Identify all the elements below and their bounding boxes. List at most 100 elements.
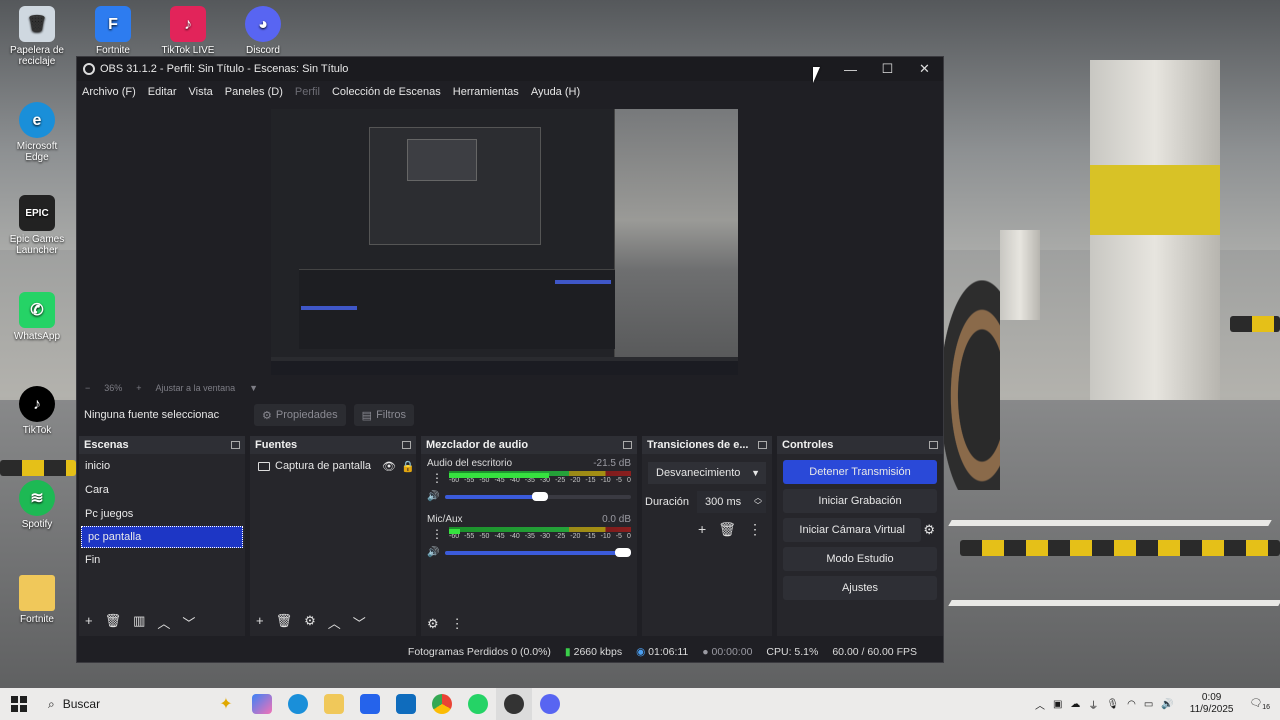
undock-icon[interactable] <box>623 441 632 449</box>
desktop-icon-fortnite[interactable]: F Fortnite <box>80 6 146 56</box>
trash-icon[interactable]: 🗑 <box>276 613 293 632</box>
menu-archivo[interactable]: Archivo (F) <box>82 86 136 98</box>
tray-app-icon[interactable]: ▣ <box>1053 699 1062 710</box>
volume-knob[interactable] <box>615 547 631 557</box>
zoom-out-button[interactable]: − <box>85 383 90 393</box>
volume-knob[interactable] <box>531 491 548 501</box>
taskbar-app-store[interactable] <box>352 688 388 720</box>
add-icon[interactable]: + <box>85 613 93 632</box>
undock-icon[interactable] <box>929 441 938 449</box>
microphone-icon[interactable]: 🎙 <box>1106 699 1119 710</box>
menu-coleccion-escenas[interactable]: Colección de Escenas <box>332 86 441 98</box>
desktop-icon-tiktok-live[interactable]: ♪ TikTok LIVE <box>155 6 221 56</box>
duration-input[interactable]: 300 ms ︿ ﹀ <box>697 491 766 513</box>
network-icon[interactable]: ▭ <box>1144 699 1153 710</box>
taskbar-app-discord[interactable] <box>532 688 568 720</box>
start-recording-button[interactable]: Iniciar Grabación <box>783 489 937 513</box>
transition-select[interactable]: Desvanecimiento ▼ <box>648 462 766 484</box>
kebab-menu-icon[interactable]: ⋮ <box>748 521 762 538</box>
notifications-icon[interactable]: 🗨16 <box>1250 698 1271 711</box>
taskbar-app-copilot[interactable] <box>244 688 280 720</box>
zoom-dropdown-icon[interactable]: ▼ <box>249 383 258 393</box>
lock-icon[interactable]: 🔒 <box>401 460 415 473</box>
zoom-fit-label[interactable]: Ajustar a la ventana <box>156 383 236 393</box>
studio-mode-button[interactable]: Modo Estudio <box>783 547 937 571</box>
add-icon[interactable]: + <box>698 521 706 538</box>
copilot-sparkle-icon[interactable]: ✦ <box>208 688 244 720</box>
minimize-icon[interactable]: — <box>832 57 869 81</box>
desktop-icon-discord[interactable]: ◕ Discord <box>230 6 296 56</box>
stop-streaming-button[interactable]: Detener Transmisión <box>783 460 937 484</box>
preview-nested-selection <box>301 306 357 310</box>
menu-perfil[interactable]: Perfil <box>295 86 320 98</box>
wifi-icon[interactable]: ◠ <box>1127 699 1136 710</box>
desktop-icon-tiktok[interactable]: ♪ TikTok <box>4 386 70 436</box>
menu-editar[interactable]: Editar <box>148 86 177 98</box>
kebab-menu-icon[interactable]: ⋮ <box>431 527 443 541</box>
undock-icon[interactable] <box>758 441 767 449</box>
speaker-icon[interactable]: 🔊 <box>427 547 439 558</box>
scene-item[interactable]: inicio <box>79 454 245 478</box>
spinner-icon[interactable]: ︿ ﹀ <box>754 494 762 510</box>
advanced-audio-gear-icon[interactable]: ⚙ <box>427 616 439 632</box>
scene-item[interactable]: Fin <box>79 548 245 572</box>
volume-slider[interactable] <box>445 491 631 501</box>
usb-icon[interactable]: ⏚ <box>1088 697 1098 712</box>
kebab-menu-icon[interactable]: ⋮ <box>431 471 443 485</box>
taskbar-app-outlook[interactable] <box>388 688 424 720</box>
taskbar-app-explorer[interactable] <box>316 688 352 720</box>
preview-canvas[interactable] <box>271 109 738 375</box>
start-button[interactable] <box>0 688 38 720</box>
desktop-icon-recycle-bin[interactable]: 🗑 Papelera de reciclaje <box>4 6 70 67</box>
menu-ayuda[interactable]: Ayuda (H) <box>531 86 580 98</box>
cloud-icon[interactable]: ☁ <box>1070 699 1080 710</box>
volume-slider[interactable] <box>445 547 631 557</box>
duration-label: Duración <box>645 496 690 508</box>
menu-vista[interactable]: Vista <box>189 86 213 98</box>
maximize-icon[interactable]: ☐ <box>869 57 906 81</box>
chevron-down-icon[interactable]: ﹀ <box>182 613 195 632</box>
taskbar-search[interactable]: ⌕ Buscar <box>38 688 208 720</box>
chevron-up-icon[interactable]: ︿ <box>157 613 170 632</box>
scene-item-selected[interactable]: pc pantalla <box>81 526 243 548</box>
settings-button[interactable]: Ajustes <box>783 576 937 600</box>
discord-icon <box>540 694 560 714</box>
window-title: OBS 31.1.2 - Perfil: Sin Título - Escena… <box>100 63 349 75</box>
start-virtual-camera-button[interactable]: Iniciar Cámara Virtual <box>783 518 922 542</box>
filters-button[interactable]: ▤ Filtros <box>353 404 415 426</box>
source-item[interactable]: Captura de pantalla 👁 🔒 <box>250 454 416 478</box>
scene-item[interactable]: Cara <box>79 478 245 502</box>
speaker-icon[interactable]: 🔊 <box>427 491 439 502</box>
desktop-icon-folder-fortnite[interactable]: Fortnite <box>4 575 70 625</box>
volume-meter: ⋮ -60 -55 -50 -45 -40 -35 -30 -25 -20 -15 -10 -5 0 <box>431 471 631 487</box>
trash-icon[interactable]: 🗑 <box>105 613 122 632</box>
chevron-down-icon[interactable]: ﹀ <box>353 613 366 632</box>
desktop-icon-epic-games[interactable]: EPIC Epic Games Launcher <box>4 195 70 256</box>
undock-icon[interactable] <box>231 441 240 449</box>
taskbar-app-whatsapp[interactable] <box>460 688 496 720</box>
close-icon[interactable]: ✕ <box>906 57 943 81</box>
volume-icon[interactable]: 🔊 <box>1161 699 1173 710</box>
desktop-icon-edge[interactable]: e Microsoft Edge <box>4 102 70 163</box>
desktop-icon-whatsapp[interactable]: ✆ WhatsApp <box>4 292 70 342</box>
trash-icon[interactable]: 🗑 <box>718 521 736 538</box>
chevron-up-icon[interactable]: ︿ <box>1035 697 1045 712</box>
undock-icon[interactable] <box>402 441 411 449</box>
clock[interactable]: 0:09 11/9/2025 <box>1190 692 1234 716</box>
gear-icon[interactable]: ⚙ <box>923 522 935 538</box>
filter-icon[interactable]: ▥ <box>133 613 145 632</box>
menu-paneles[interactable]: Paneles (D) <box>225 86 283 98</box>
taskbar-app-edge[interactable] <box>280 688 316 720</box>
scene-item[interactable]: Pc juegos <box>79 502 245 526</box>
gear-icon[interactable]: ⚙ <box>304 613 316 632</box>
zoom-in-button[interactable]: + <box>136 383 141 393</box>
desktop-icon-spotify[interactable]: ≋ Spotify <box>4 480 70 530</box>
taskbar-app-obs[interactable] <box>496 688 532 720</box>
taskbar-app-chrome[interactable] <box>424 688 460 720</box>
kebab-menu-icon[interactable]: ⋮ <box>451 616 464 632</box>
add-icon[interactable]: + <box>256 613 264 632</box>
chevron-up-icon[interactable]: ︿ <box>328 613 341 632</box>
properties-button[interactable]: ⚙ Propiedades <box>254 404 346 426</box>
eye-icon[interactable]: 👁 <box>382 460 396 473</box>
menu-herramientas[interactable]: Herramientas <box>453 86 519 98</box>
